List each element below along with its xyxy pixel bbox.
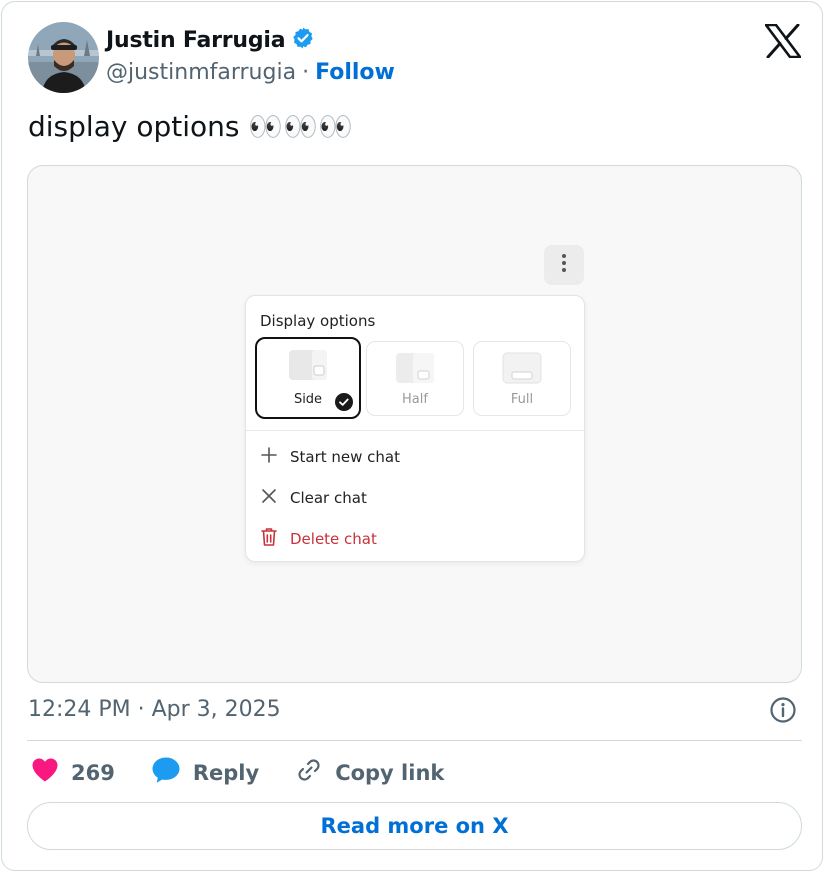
x-icon	[260, 487, 278, 509]
reply-label: Reply	[192, 760, 260, 785]
menu-item-label: Start new chat	[290, 448, 401, 466]
tweet-card: Justin Farrugia @justinmfarrugia · Follo…	[1, 1, 823, 871]
option-label: Full	[510, 392, 534, 407]
follow-link[interactable]: Follow	[315, 60, 395, 85]
reply-bubble-icon	[151, 756, 181, 789]
full-layout-icon	[502, 352, 542, 388]
info-icon[interactable]	[769, 696, 797, 728]
kebab-menu-button[interactable]	[544, 245, 584, 285]
trash-icon	[260, 527, 278, 551]
heart-icon	[31, 757, 59, 788]
popup-divider	[246, 430, 584, 431]
tweet-media[interactable]: Display options Side Half Full Start new…	[27, 165, 802, 683]
like-count: 269	[71, 760, 115, 785]
half-layout-icon	[395, 352, 435, 388]
start-new-chat-item[interactable]: Start new chat	[260, 446, 400, 468]
copy-link-button[interactable]: Copy link	[295, 756, 444, 789]
tweet-timestamp[interactable]: 12:24 PM · Apr 3, 2025	[28, 697, 281, 722]
verified-badge-icon	[291, 26, 315, 54]
menu-item-label: Delete chat	[290, 530, 377, 548]
plus-icon	[260, 446, 278, 468]
option-half[interactable]: Half	[366, 341, 464, 416]
reply-button[interactable]: Reply	[151, 756, 259, 789]
like-button[interactable]: 269	[31, 757, 115, 788]
delete-chat-item[interactable]: Delete chat	[260, 527, 377, 551]
option-full[interactable]: Full	[473, 341, 571, 416]
popup-title: Display options	[260, 312, 376, 330]
display-options-popup: Display options Side Half Full Start new…	[245, 295, 585, 562]
menu-item-label: Clear chat	[290, 489, 367, 507]
side-layout-icon	[288, 349, 328, 385]
read-more-button[interactable]: Read more on X	[27, 802, 802, 850]
option-side[interactable]: Side	[255, 337, 361, 419]
tweet-text: display options 👀👀👀	[28, 110, 353, 143]
author-handle[interactable]: @justinmfarrugia	[106, 60, 296, 85]
divider	[27, 740, 802, 741]
clear-chat-item[interactable]: Clear chat	[260, 487, 367, 509]
option-label: Half	[402, 392, 428, 407]
link-icon	[295, 756, 323, 789]
x-logo-icon[interactable]	[764, 23, 802, 59]
more-vertical-icon	[561, 253, 567, 277]
avatar[interactable]	[28, 22, 99, 93]
copy-link-label: Copy link	[335, 760, 445, 785]
handle-separator: ·	[302, 60, 310, 85]
author-name[interactable]: Justin Farrugia	[106, 28, 286, 53]
check-icon	[335, 393, 353, 411]
